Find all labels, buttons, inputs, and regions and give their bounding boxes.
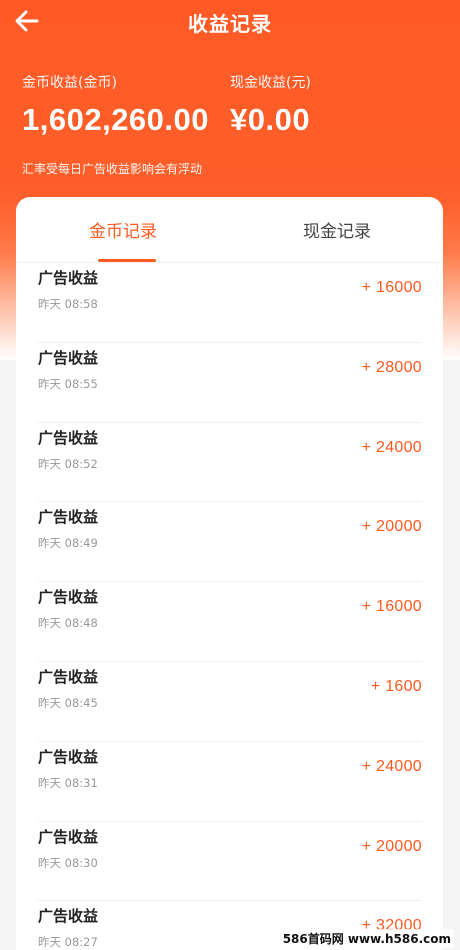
record-title: 广告收益 [38, 348, 99, 367]
record-time: 昨天 08:49 [38, 536, 98, 551]
cash-balance-label: 现金收益(元) [230, 75, 311, 91]
record-amount: + 20000 [361, 518, 422, 536]
list-item[interactable]: 广告收益 昨天 08:55 + 28000 [38, 343, 422, 423]
coin-balance-label: 金币收益(金币) [22, 75, 117, 91]
site-watermark: 586首码网 www.h586.com [279, 929, 454, 948]
record-time: 昨天 08:52 [38, 456, 98, 471]
tab-cash-records[interactable]: 现金记录 [303, 217, 371, 242]
record-amount: + 20000 [361, 837, 422, 855]
record-amount: + 1600 [370, 677, 422, 695]
coin-balance: 金币收益(金币) 1,602,260.00 [22, 72, 209, 138]
record-title: 广告收益 [38, 428, 99, 447]
record-time: 昨天 08:27 [38, 935, 98, 950]
record-title: 广告收益 [38, 667, 99, 686]
record-title: 广告收益 [38, 588, 99, 607]
coin-balance-value: 1,602,260.00 [22, 102, 210, 137]
list-item[interactable]: 广告收益 昨天 08:52 + 24000 [38, 423, 422, 503]
record-title: 广告收益 [38, 508, 99, 527]
records-list: 广告收益 昨天 08:58 + 16000 广告收益 昨天 08:55 + 28… [38, 263, 422, 950]
records-card: 金币记录 现金记录 广告收益 昨天 08:58 + 16000 广告收益 昨天 … [16, 197, 443, 950]
record-time: 昨天 08:48 [38, 616, 98, 631]
exchange-rate-note: 汇率受每日广告收益影响会有浮动 [22, 162, 203, 176]
list-item[interactable]: 广告收益 昨天 08:58 + 16000 [38, 263, 422, 343]
top-bar: 收益记录 [0, 0, 460, 44]
record-amount: + 24000 [361, 757, 422, 775]
list-item[interactable]: 广告收益 昨天 08:31 + 24000 [38, 742, 422, 822]
record-amount: + 16000 [361, 279, 422, 296]
record-amount: + 24000 [361, 438, 422, 456]
cash-balance-value: ¥0.00 [230, 102, 311, 137]
record-title: 广告收益 [38, 827, 99, 846]
records-tabs: 金币记录 现金记录 [16, 197, 443, 263]
list-item[interactable]: 广告收益 昨天 08:48 + 16000 [38, 582, 422, 662]
record-title: 广告收益 [38, 747, 99, 766]
tab-coin-records[interactable]: 金币记录 [89, 217, 157, 242]
record-amount: + 28000 [361, 358, 422, 376]
record-time: 昨天 08:58 [38, 297, 98, 311]
record-title: 广告收益 [38, 907, 99, 926]
active-tab-indicator [98, 259, 156, 262]
list-item[interactable]: 广告收益 昨天 08:49 + 20000 [38, 502, 422, 583]
list-item[interactable]: 广告收益 昨天 08:30 + 20000 [38, 822, 422, 902]
record-title: 广告收益 [38, 269, 99, 287]
record-time: 昨天 08:30 [38, 855, 98, 870]
page-title: 收益记录 [188, 12, 272, 36]
list-item[interactable]: 广告收益 昨天 08:45 + 1600 [38, 662, 422, 742]
record-amount: + 16000 [361, 598, 422, 616]
record-time: 昨天 08:45 [38, 695, 98, 710]
record-time: 昨天 08:55 [38, 376, 98, 391]
record-time: 昨天 08:31 [38, 775, 98, 790]
cash-balance: 现金收益(元) ¥0.00 [230, 72, 311, 138]
